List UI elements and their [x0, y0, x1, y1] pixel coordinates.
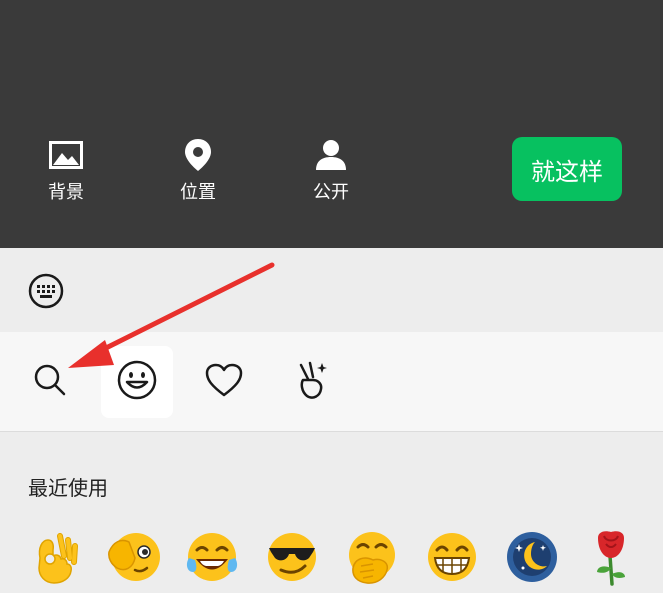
smiley-icon — [116, 359, 158, 405]
grinning-face-emoji[interactable] — [423, 528, 481, 586]
location-pin-icon — [180, 138, 216, 172]
background-label: 背景 — [48, 182, 84, 203]
visibility-label: 公开 — [313, 182, 349, 203]
rose-emoji[interactable] — [582, 528, 640, 586]
search-icon — [30, 360, 70, 404]
tab-stickers[interactable] — [275, 346, 347, 418]
person-icon — [313, 138, 349, 172]
image-icon — [48, 138, 84, 172]
tab-search[interactable] — [14, 346, 86, 418]
ok-hand-emoji[interactable] — [26, 528, 84, 586]
tears-of-joy-emoji[interactable] — [183, 528, 241, 586]
visibility-button[interactable]: 公开 — [286, 138, 376, 204]
input-mode-row — [0, 248, 663, 332]
cover-eye-face-emoji[interactable] — [105, 528, 163, 586]
tab-favorites[interactable] — [188, 346, 260, 418]
background-button[interactable]: 背景 — [21, 138, 111, 204]
location-label: 位置 — [180, 182, 216, 203]
tab-emoji[interactable] — [101, 346, 173, 418]
recent-emoji-row — [0, 528, 663, 590]
moon-face-emoji[interactable] — [503, 528, 561, 586]
heart-icon — [204, 362, 244, 402]
location-button[interactable]: 位置 — [153, 138, 243, 204]
editor-top-panel — [0, 0, 663, 248]
done-button[interactable]: 就这样 — [512, 137, 622, 201]
sunglasses-face-emoji[interactable] — [263, 528, 321, 586]
keyboard-icon[interactable] — [28, 273, 64, 309]
hand-over-mouth-emoji[interactable] — [343, 528, 401, 586]
victory-hand-icon — [291, 359, 331, 405]
recent-section-title: 最近使用 — [28, 476, 108, 500]
